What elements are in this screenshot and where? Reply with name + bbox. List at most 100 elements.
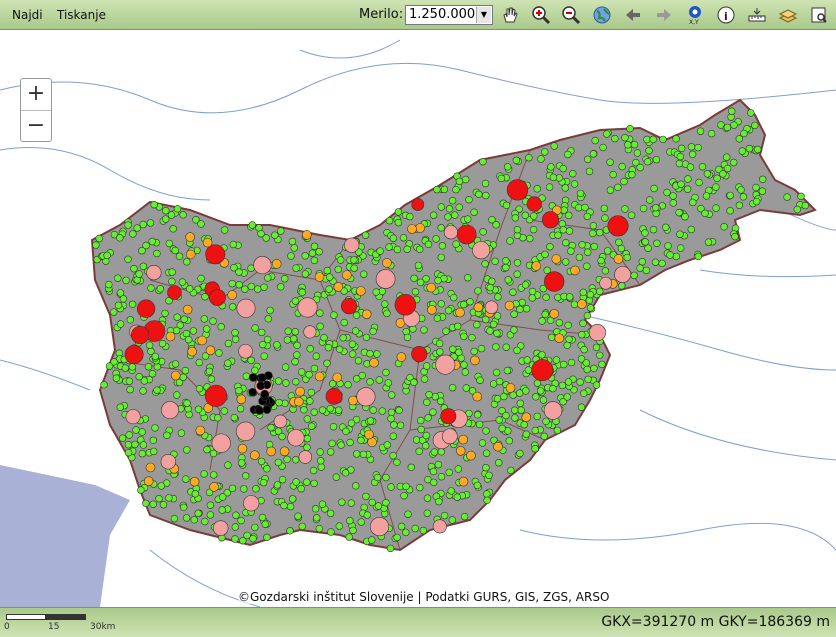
pink-point[interactable] xyxy=(146,265,162,281)
green-point[interactable] xyxy=(110,358,118,366)
green-point[interactable] xyxy=(696,127,705,135)
green-point[interactable] xyxy=(347,419,356,427)
green-point[interactable] xyxy=(346,438,354,447)
green-point[interactable] xyxy=(453,493,461,501)
green-point[interactable] xyxy=(410,274,418,283)
green-point[interactable] xyxy=(649,225,658,234)
green-point[interactable] xyxy=(182,514,191,522)
green-point[interactable] xyxy=(423,362,431,370)
green-point[interactable] xyxy=(563,393,571,401)
green-point[interactable] xyxy=(533,185,541,193)
green-point[interactable] xyxy=(580,345,588,354)
green-point[interactable] xyxy=(558,381,567,390)
green-point[interactable] xyxy=(454,322,462,330)
green-point[interactable] xyxy=(124,448,133,457)
orange-point[interactable] xyxy=(185,232,195,242)
red-point[interactable] xyxy=(607,215,629,237)
green-point[interactable] xyxy=(209,317,217,325)
green-point[interactable] xyxy=(650,184,658,193)
green-point[interactable] xyxy=(150,201,158,209)
green-point[interactable] xyxy=(448,196,457,205)
green-point[interactable] xyxy=(372,288,380,296)
green-point[interactable] xyxy=(310,408,318,416)
green-point[interactable] xyxy=(247,282,256,291)
green-point[interactable] xyxy=(562,239,570,247)
green-point[interactable] xyxy=(529,225,538,234)
green-point[interactable] xyxy=(247,356,255,364)
green-point[interactable] xyxy=(335,345,344,353)
green-point[interactable] xyxy=(513,226,522,234)
green-point[interactable] xyxy=(516,399,524,407)
green-point[interactable] xyxy=(575,204,583,212)
green-point[interactable] xyxy=(259,478,268,487)
green-point[interactable] xyxy=(131,440,139,449)
green-point[interactable] xyxy=(555,319,564,327)
red-point[interactable] xyxy=(541,211,560,229)
pink-point[interactable] xyxy=(160,454,176,470)
green-point[interactable] xyxy=(173,205,182,213)
green-point[interactable] xyxy=(460,361,468,369)
green-point[interactable] xyxy=(532,393,540,401)
green-point[interactable] xyxy=(311,505,320,513)
green-point[interactable] xyxy=(238,459,246,467)
orange-point[interactable] xyxy=(227,290,237,300)
green-point[interactable] xyxy=(437,473,446,481)
green-point[interactable] xyxy=(232,511,240,519)
black-point[interactable] xyxy=(256,381,266,391)
green-point[interactable] xyxy=(526,234,534,243)
green-point[interactable] xyxy=(429,211,438,219)
green-point[interactable] xyxy=(431,393,439,401)
green-point[interactable] xyxy=(745,144,754,153)
green-point[interactable] xyxy=(140,377,149,385)
green-point[interactable] xyxy=(641,238,649,246)
green-point[interactable] xyxy=(292,378,300,386)
green-point[interactable] xyxy=(569,170,577,178)
pink-point[interactable] xyxy=(211,433,231,453)
green-point[interactable] xyxy=(462,175,470,184)
green-point[interactable] xyxy=(310,242,319,251)
orange-point[interactable] xyxy=(549,308,560,319)
green-point[interactable] xyxy=(139,262,148,271)
green-point[interactable] xyxy=(394,218,403,227)
green-point[interactable] xyxy=(201,517,209,526)
orange-point[interactable] xyxy=(189,476,200,487)
orange-point[interactable] xyxy=(458,476,469,487)
green-point[interactable] xyxy=(128,363,137,371)
green-point[interactable] xyxy=(275,398,283,407)
green-point[interactable] xyxy=(752,197,761,206)
orange-point[interactable] xyxy=(382,258,392,268)
green-point[interactable] xyxy=(178,278,187,286)
green-point[interactable] xyxy=(121,364,130,372)
pink-point[interactable] xyxy=(472,241,491,260)
orange-point[interactable] xyxy=(237,443,248,454)
green-point[interactable] xyxy=(158,339,167,348)
green-point[interactable] xyxy=(395,406,403,414)
green-point[interactable] xyxy=(578,241,586,249)
green-point[interactable] xyxy=(173,391,181,399)
green-point[interactable] xyxy=(149,500,157,508)
green-point[interactable] xyxy=(264,274,272,282)
green-point[interactable] xyxy=(324,343,333,352)
green-point[interactable] xyxy=(114,301,123,309)
map-view[interactable]: + − xyxy=(0,30,836,607)
green-point[interactable] xyxy=(145,341,154,349)
green-point[interactable] xyxy=(109,308,118,316)
green-point[interactable] xyxy=(727,107,736,115)
green-point[interactable] xyxy=(254,285,262,293)
green-point[interactable] xyxy=(601,214,609,222)
green-point[interactable] xyxy=(638,258,646,266)
green-point[interactable] xyxy=(251,523,259,532)
green-point[interactable] xyxy=(284,327,292,335)
green-point[interactable] xyxy=(702,192,711,200)
green-point[interactable] xyxy=(366,350,374,358)
green-point[interactable] xyxy=(139,220,147,229)
green-point[interactable] xyxy=(189,327,198,335)
green-point[interactable] xyxy=(465,196,473,204)
green-point[interactable] xyxy=(148,370,157,378)
green-point[interactable] xyxy=(437,203,445,211)
orange-point[interactable] xyxy=(301,230,312,240)
pink-point[interactable] xyxy=(235,421,256,441)
green-point[interactable] xyxy=(291,328,299,336)
green-point[interactable] xyxy=(251,324,259,332)
green-point[interactable] xyxy=(436,348,444,356)
